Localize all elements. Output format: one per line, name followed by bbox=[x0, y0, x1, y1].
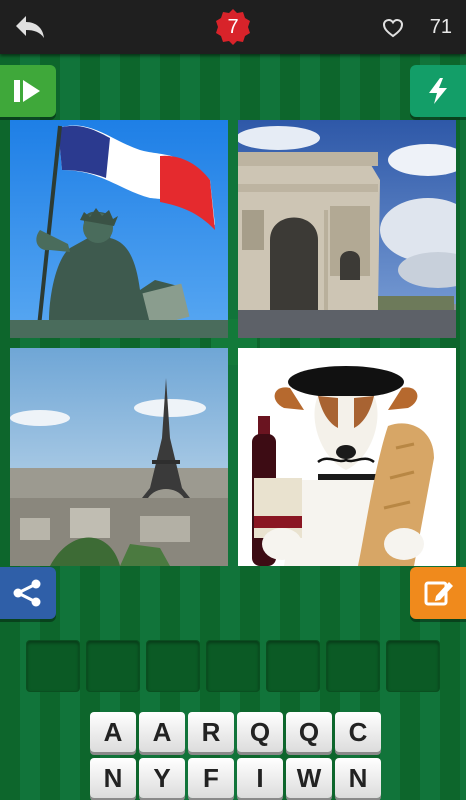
letter-key[interactable]: N bbox=[90, 758, 136, 798]
letter-key[interactable]: C bbox=[335, 712, 381, 752]
letter-key[interactable]: R bbox=[188, 712, 234, 752]
edit-button[interactable] bbox=[410, 567, 466, 619]
share-icon bbox=[13, 579, 41, 607]
answer-slot[interactable] bbox=[326, 640, 380, 692]
letter-key[interactable]: A bbox=[90, 712, 136, 752]
letter-key[interactable]: Q bbox=[286, 712, 332, 752]
statue-with-flag-picture[interactable] bbox=[10, 120, 228, 338]
lightning-icon bbox=[429, 78, 447, 104]
back-arrow-icon[interactable] bbox=[14, 14, 46, 40]
skip-icon bbox=[14, 80, 40, 102]
edit-icon bbox=[424, 581, 453, 606]
letter-key[interactable]: I bbox=[237, 758, 283, 798]
answer-slot[interactable] bbox=[266, 640, 320, 692]
answer-slot[interactable] bbox=[86, 640, 140, 692]
letter-key[interactable]: W bbox=[286, 758, 332, 798]
heart-coin-icon bbox=[382, 18, 404, 38]
eiffel-tower-picture[interactable] bbox=[10, 348, 228, 566]
hint-bolt-button[interactable] bbox=[410, 65, 466, 117]
answer-slot[interactable] bbox=[206, 640, 260, 692]
answer-slots bbox=[26, 640, 440, 692]
top-bar: 7 71 bbox=[0, 0, 466, 54]
answer-slot[interactable] bbox=[386, 640, 440, 692]
letter-key[interactable]: N bbox=[335, 758, 381, 798]
share-button[interactable] bbox=[0, 567, 56, 619]
level-number: 7 bbox=[227, 16, 239, 38]
letter-key[interactable]: F bbox=[188, 758, 234, 798]
skip-button[interactable] bbox=[0, 65, 56, 117]
answer-slot[interactable] bbox=[146, 640, 200, 692]
answer-slot[interactable] bbox=[26, 640, 80, 692]
letter-key[interactable]: Y bbox=[139, 758, 185, 798]
letter-key[interactable]: A bbox=[139, 712, 185, 752]
arc-de-triomphe-picture[interactable] bbox=[238, 120, 456, 338]
letter-key[interactable]: Q bbox=[237, 712, 283, 752]
dog-with-beret-picture[interactable] bbox=[238, 348, 456, 566]
coin-count: 71 bbox=[429, 16, 452, 38]
